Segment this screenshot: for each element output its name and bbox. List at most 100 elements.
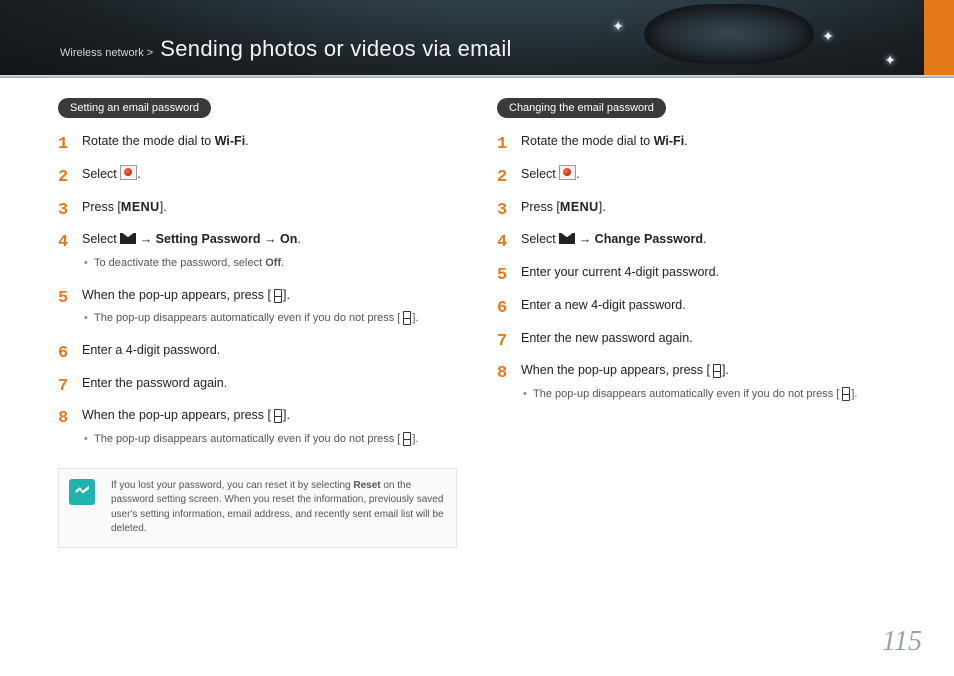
step-text: Select <box>82 167 120 181</box>
sub-text: The pop-up disappears automatically even… <box>94 312 400 324</box>
step-bold: Change Password <box>595 232 703 246</box>
step-item: Rotate the mode dial to Wi-Fi. <box>58 132 457 165</box>
step-bold: Setting Password <box>156 232 261 246</box>
side-tab <box>924 0 954 78</box>
step-item: When the pop-up appears, press []. The po… <box>497 361 896 416</box>
step-text: . <box>137 167 140 181</box>
ok-button-icon <box>400 310 412 324</box>
step-item: Enter your current 4-digit password. <box>497 263 896 296</box>
sub-text: To deactivate the password, select <box>94 257 265 269</box>
step-text: → <box>261 232 280 246</box>
step-text: Enter your current 4-digit password. <box>521 265 719 279</box>
step-item: Enter the new password again. <box>497 329 896 362</box>
ok-button-icon <box>271 408 283 422</box>
envelope-icon <box>120 233 136 244</box>
breadcrumb-section: Wireless network > <box>60 47 153 59</box>
step-text: Press [ <box>82 200 121 214</box>
step-text: ]. <box>599 200 606 214</box>
right-column: Changing the email password Rotate the m… <box>497 98 896 646</box>
step-text: Enter a 4-digit password. <box>82 343 220 357</box>
note-bold: Reset <box>353 480 380 491</box>
step-text: Press [ <box>521 200 560 214</box>
step-sub-item: To deactivate the password, select Off. <box>82 255 457 272</box>
step-item: Enter the password again. <box>58 374 457 407</box>
page: ✦ ✦ ✦ Wireless network > Sending photos … <box>0 0 954 676</box>
step-item: Enter a new 4-digit password. <box>497 296 896 329</box>
sub-text: The pop-up disappears automatically even… <box>94 433 400 445</box>
menu-icon: MENU <box>121 198 160 217</box>
sub-bold: Off <box>265 257 281 269</box>
step-sub: The pop-up disappears automatically even… <box>82 431 457 448</box>
page-header: ✦ ✦ ✦ Wireless network > Sending photos … <box>0 0 954 78</box>
step-sub: To deactivate the password, select Off. <box>82 255 457 272</box>
info-note: If you lost your password, you can reset… <box>58 468 457 548</box>
step-bold: On <box>280 232 297 246</box>
step-sub-item: The pop-up disappears automatically even… <box>521 386 896 403</box>
step-text: → <box>136 232 155 246</box>
sub-text: ]. <box>412 312 418 324</box>
step-text: Select <box>521 167 559 181</box>
lens-graphic <box>644 4 814 64</box>
email-app-icon <box>120 165 137 180</box>
step-sub-item: The pop-up disappears automatically even… <box>82 310 457 327</box>
page-number: 115 <box>882 626 922 658</box>
step-item: Rotate the mode dial to Wi-Fi. <box>497 132 896 165</box>
sub-text: The pop-up disappears automatically even… <box>533 388 839 400</box>
menu-icon: MENU <box>560 198 599 217</box>
section-heading-right: Changing the email password <box>497 98 666 118</box>
note-text-pre: If you lost your password, you can reset… <box>111 480 353 491</box>
step-text: Rotate the mode dial to <box>82 134 215 148</box>
step-item: Enter a 4-digit password. <box>58 341 457 374</box>
ok-button-icon <box>839 386 851 400</box>
sub-text: ]. <box>412 433 418 445</box>
step-text: Rotate the mode dial to <box>521 134 654 148</box>
step-text: ]. <box>160 200 167 214</box>
step-item: Select → Setting Password → On. To deacti… <box>58 230 457 285</box>
step-text: Select <box>521 232 559 246</box>
step-text: When the pop-up appears, press [ <box>82 408 271 422</box>
page-title: Sending photos or videos via email <box>160 36 511 61</box>
note-icon <box>69 479 95 505</box>
step-item: Select . <box>58 165 457 198</box>
step-sub: The pop-up disappears automatically even… <box>82 310 457 327</box>
step-text: ]. <box>283 408 290 422</box>
sub-text: ]. <box>851 388 857 400</box>
wifi-icon: Wi-Fi <box>215 132 245 151</box>
left-steps-list: Rotate the mode dial to Wi-Fi.Select .Pr… <box>58 132 457 462</box>
step-text: Enter a new 4-digit password. <box>521 298 686 312</box>
step-sub-item: The pop-up disappears automatically even… <box>82 431 457 448</box>
left-column: Setting an email password Rotate the mod… <box>58 98 457 646</box>
step-text: → <box>575 232 594 246</box>
step-item: Select → Change Password. <box>497 230 896 263</box>
ok-button-icon <box>400 431 412 445</box>
step-text: Select <box>82 232 120 246</box>
step-item: Press [MENU]. <box>58 198 457 231</box>
step-item: Select . <box>497 165 896 198</box>
step-text: ]. <box>283 288 290 302</box>
sparkle-icon: ✦ <box>884 52 896 69</box>
ok-button-icon <box>271 288 283 302</box>
email-app-icon <box>559 165 576 180</box>
step-text: Enter the password again. <box>82 376 227 390</box>
step-text: ]. <box>722 363 729 377</box>
sparkle-icon: ✦ <box>822 28 834 45</box>
step-text: When the pop-up appears, press [ <box>521 363 710 377</box>
step-text: Enter the new password again. <box>521 331 693 345</box>
sparkle-icon: ✦ <box>612 18 624 35</box>
wifi-icon: Wi-Fi <box>654 132 684 151</box>
step-item: When the pop-up appears, press []. The po… <box>58 406 457 461</box>
section-heading-left: Setting an email password <box>58 98 211 118</box>
ok-button-icon <box>710 363 722 377</box>
step-text: . <box>684 134 687 148</box>
step-sub: The pop-up disappears automatically even… <box>521 386 896 403</box>
step-text: . <box>297 232 300 246</box>
right-steps-list: Rotate the mode dial to Wi-Fi.Select .Pr… <box>497 132 896 417</box>
step-text: . <box>703 232 706 246</box>
step-text: . <box>576 167 579 181</box>
content-columns: Setting an email password Rotate the mod… <box>58 98 896 646</box>
step-item: When the pop-up appears, press []. The po… <box>58 286 457 341</box>
breadcrumb: Wireless network > Sending photos or vid… <box>60 36 512 62</box>
step-text: . <box>245 134 248 148</box>
step-text: When the pop-up appears, press [ <box>82 288 271 302</box>
step-item: Press [MENU]. <box>497 198 896 231</box>
